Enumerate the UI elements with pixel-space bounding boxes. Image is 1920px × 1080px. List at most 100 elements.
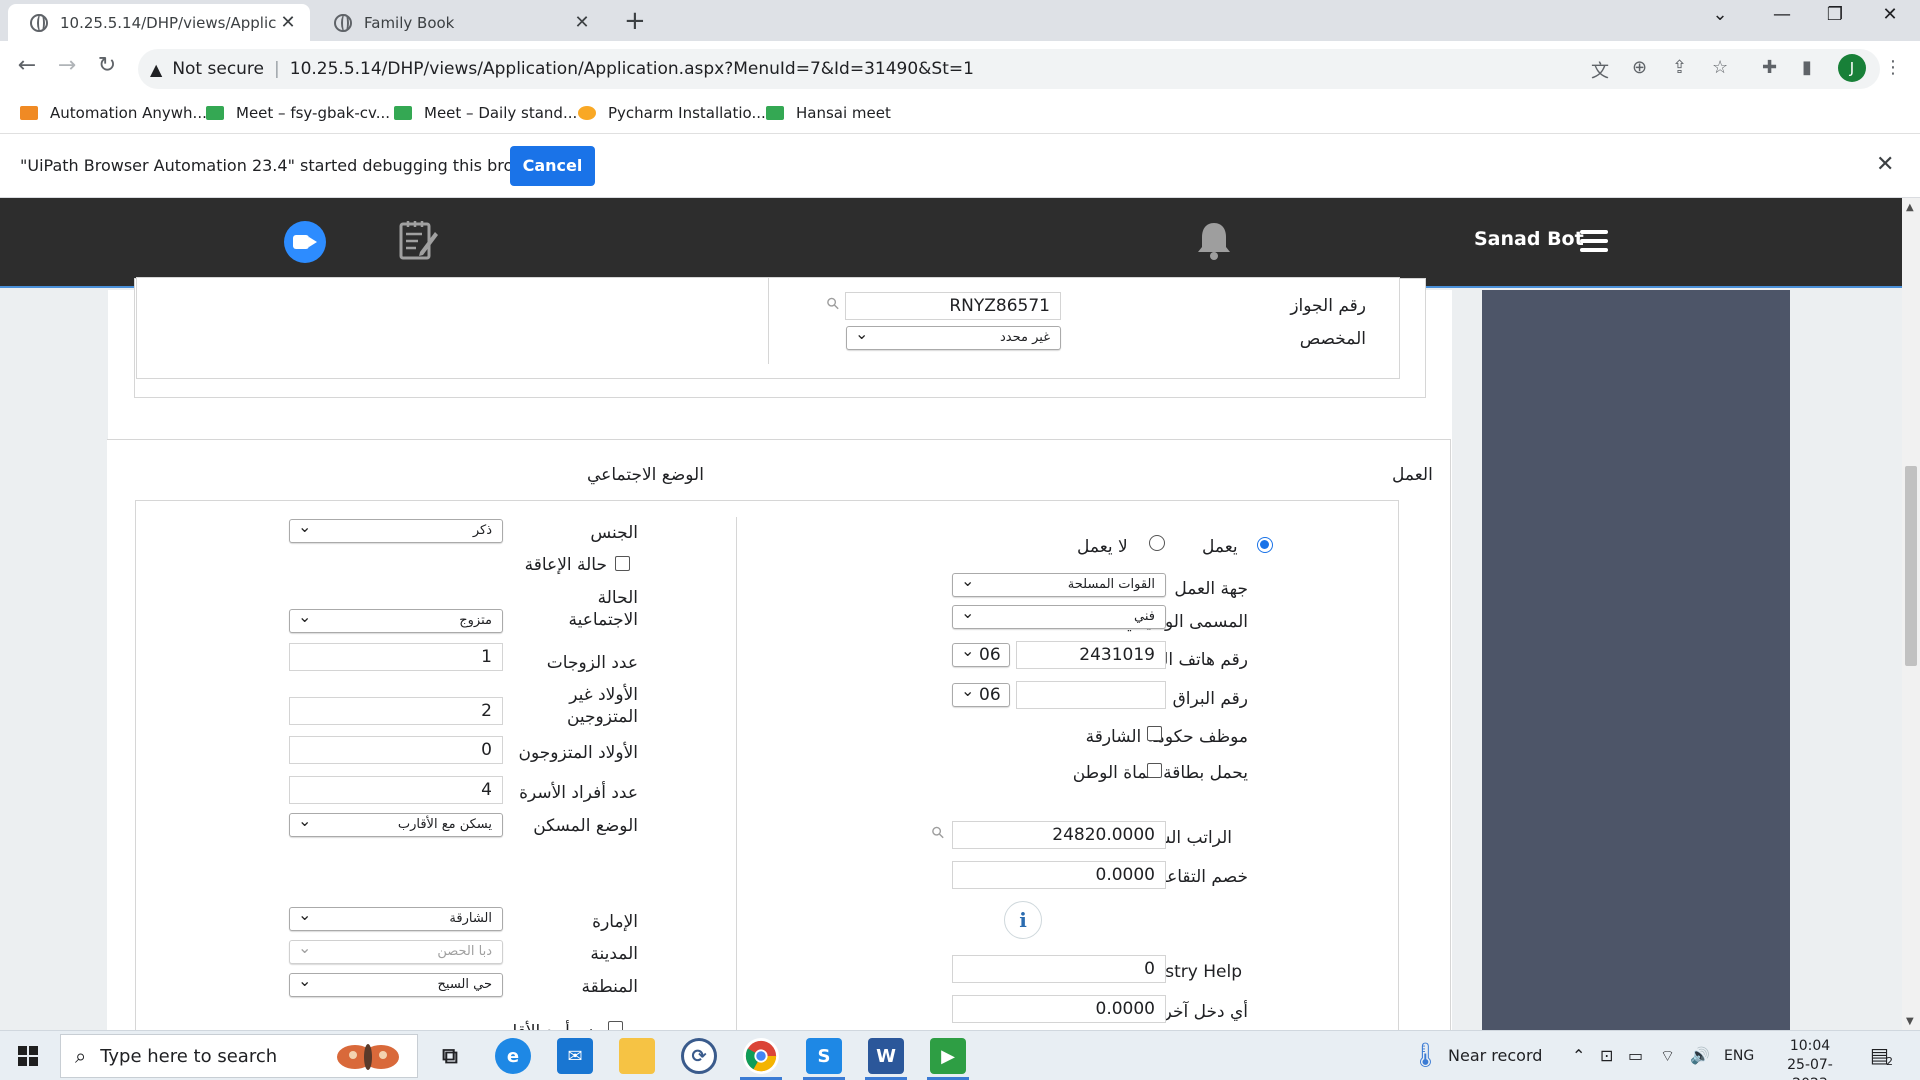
specialization-select[interactable]: غير محدد	[846, 324, 1061, 350]
ministry-help-input[interactable]: 0	[952, 955, 1166, 983]
translate-icon[interactable]: ⽂	[1591, 57, 1609, 83]
not-working-radio[interactable]	[1149, 535, 1165, 551]
clock-time: 10:04	[1789, 1038, 1831, 1054]
scrollbar-thumb[interactable]	[1905, 466, 1917, 666]
username-label[interactable]: Sanad Bot	[1474, 228, 1584, 250]
tab-title: 10.25.5.14/DHP/views/Applicatio	[60, 13, 276, 32]
area-select[interactable]: حي السيح	[289, 971, 503, 997]
bookmark-hansai-meet[interactable]: Hansai meet	[766, 104, 891, 122]
security-label[interactable]: Not secure	[172, 59, 264, 79]
zoom-magnifier-icon[interactable]: ⊕	[1632, 57, 1647, 78]
extensions-puzzle-icon[interactable]: ✚	[1762, 57, 1777, 78]
share-icon[interactable]: ⇪	[1672, 57, 1687, 78]
bookmark-star-icon[interactable]: ☆	[1712, 57, 1728, 78]
side-panel-icon[interactable]: ▮	[1802, 57, 1812, 78]
uipath-assistant-icon[interactable]: ⟳	[681, 1038, 717, 1074]
infobar-message: "UiPath Browser Automation 23.4" started…	[20, 156, 552, 175]
battery-icon[interactable]: ▭	[1628, 1046, 1643, 1065]
browser-toolbar: ← → ↻ ▲ Not secure | 10.25.5.14/DHP/view…	[0, 41, 1920, 98]
word-icon[interactable]: W	[868, 1038, 904, 1074]
tab-application[interactable]: 10.25.5.14/DHP/views/Applicatio ✕	[8, 4, 310, 41]
pager-input[interactable]	[1016, 681, 1166, 709]
tab-family-book[interactable]: Family Book ✕	[312, 4, 604, 41]
taskbar-search-box[interactable]: ⌕ Type here to search	[60, 1034, 418, 1078]
show-hidden-icons-chevron[interactable]: ⌃	[1572, 1046, 1585, 1065]
social-section-title: الوضع الاجتماعي	[587, 465, 704, 485]
retirement-deduction-input[interactable]: 0.0000	[952, 861, 1166, 889]
working-radio[interactable]	[1257, 537, 1273, 553]
attachment-clip-icon[interactable]: ⚲	[822, 293, 844, 315]
task-view-icon[interactable]: ⧉	[432, 1038, 468, 1074]
scroll-down-arrow-icon[interactable]: ▼	[1906, 1016, 1914, 1027]
wives-count-label: عدد الزوجات	[546, 653, 638, 673]
married-children-input[interactable]: 0	[289, 736, 503, 764]
sharjah-gov-employee-checkbox[interactable]	[1147, 726, 1162, 741]
uipath-studio-icon[interactable]: S	[806, 1038, 842, 1074]
wifi-icon[interactable]: ⌔	[1660, 1046, 1675, 1066]
forward-arrow-icon[interactable]: →	[52, 53, 82, 78]
profile-avatar[interactable]: J	[1838, 54, 1866, 82]
housing-status-select[interactable]: يسكن مع الأقارب	[289, 811, 503, 837]
family-members-input[interactable]: 4	[289, 776, 503, 804]
pager-code-select[interactable]: 06	[952, 681, 1010, 707]
housing-status-label: الوضع المسكن	[533, 816, 638, 836]
close-tab-icon[interactable]: ✕	[276, 12, 300, 33]
mail-icon[interactable]: ✉	[557, 1038, 593, 1074]
scroll-up-arrow-icon[interactable]: ▲	[1906, 202, 1914, 213]
close-tab-icon[interactable]: ✕	[570, 12, 594, 33]
maximize-button[interactable]: ❐	[1815, 4, 1855, 25]
file-explorer-icon[interactable]	[619, 1038, 655, 1074]
meet-now-icon[interactable]: ⊡	[1600, 1046, 1613, 1065]
back-arrow-icon[interactable]: ←	[12, 53, 42, 78]
media-player-icon[interactable]: ▶	[930, 1038, 966, 1074]
bookmark-meet-1[interactable]: Meet – fsy-gbak-cv...	[206, 104, 390, 122]
volume-icon[interactable]: 🔊	[1690, 1046, 1710, 1065]
address-bar[interactable]: ▲ Not secure | 10.25.5.14/DHP/views/Appl…	[138, 49, 1880, 89]
kebab-menu-icon[interactable]: ⋮	[1884, 57, 1902, 78]
bookmarks-bar: Automation Anywh... Meet – fsy-gbak-cv..…	[0, 98, 1920, 134]
other-income-input[interactable]: 0.0000	[952, 995, 1166, 1023]
bookmark-label: Meet – Daily stand...	[424, 104, 578, 122]
passport-number-input[interactable]: RNYZ86571	[845, 292, 1061, 320]
new-tab-button[interactable]: +	[624, 6, 646, 36]
wives-count-input[interactable]: 1	[289, 643, 503, 671]
employer-select[interactable]: القوات المسلحة	[952, 571, 1166, 597]
language-indicator[interactable]: ENG	[1724, 1048, 1754, 1064]
reload-icon[interactable]: ↻	[92, 53, 122, 78]
windows-start-icon[interactable]	[18, 1046, 38, 1066]
close-infobar-icon[interactable]: ✕	[1876, 152, 1894, 177]
job-title-select[interactable]: فني	[952, 603, 1166, 629]
bookmark-pycharm[interactable]: Pycharm Installatio...	[578, 104, 766, 122]
page-scrollbar[interactable]: ▲ ▼	[1902, 198, 1920, 1030]
tab-search-chevron-icon[interactable]: ⌄	[1700, 4, 1740, 25]
bell-icon[interactable]	[1196, 220, 1232, 260]
marital-status-select[interactable]: متزوج	[289, 607, 503, 633]
work-phone-input[interactable]: 2431019	[1016, 641, 1166, 669]
disability-checkbox[interactable]	[615, 556, 630, 571]
bookmark-automation-anywhere[interactable]: Automation Anywh...	[20, 104, 207, 122]
city-select[interactable]: دبا الحصن	[289, 938, 503, 964]
homeland-card-checkbox[interactable]	[1147, 763, 1162, 778]
thermometer-icon[interactable]: 🌡	[1410, 1041, 1440, 1069]
url-text[interactable]: 10.25.5.14/DHP/views/Application/Applica…	[290, 59, 974, 79]
info-icon[interactable]: i	[1004, 901, 1042, 939]
unmarried-children-input[interactable]: 2	[289, 697, 503, 725]
notes-edit-icon[interactable]	[398, 218, 438, 262]
attachment-clip-icon[interactable]: ⚲	[927, 822, 949, 844]
warning-triangle-icon[interactable]: ▲	[150, 60, 162, 79]
weather-text[interactable]: Near record	[1448, 1046, 1542, 1065]
hamburger-menu-icon[interactable]	[1580, 230, 1608, 252]
gender-select[interactable]: ذكر	[289, 517, 503, 543]
close-window-button[interactable]: ✕	[1870, 4, 1910, 25]
chrome-icon[interactable]	[743, 1038, 779, 1074]
system-clock[interactable]: 10:04 25-07-2023	[1770, 1037, 1850, 1080]
bookmark-meet-2[interactable]: Meet – Daily stand...	[394, 104, 577, 122]
minimize-button[interactable]: —	[1762, 4, 1802, 25]
add-relative-checkbox[interactable]	[608, 1021, 623, 1030]
monthly-salary-input[interactable]: 24820.0000	[952, 821, 1166, 849]
edge-browser-icon[interactable]: e	[495, 1038, 531, 1074]
zoom-video-icon[interactable]	[284, 221, 326, 263]
cancel-debugging-button[interactable]: Cancel	[510, 146, 595, 186]
emirate-select[interactable]: الشارقة	[289, 905, 503, 931]
work-phone-code-select[interactable]: 06	[952, 641, 1010, 667]
